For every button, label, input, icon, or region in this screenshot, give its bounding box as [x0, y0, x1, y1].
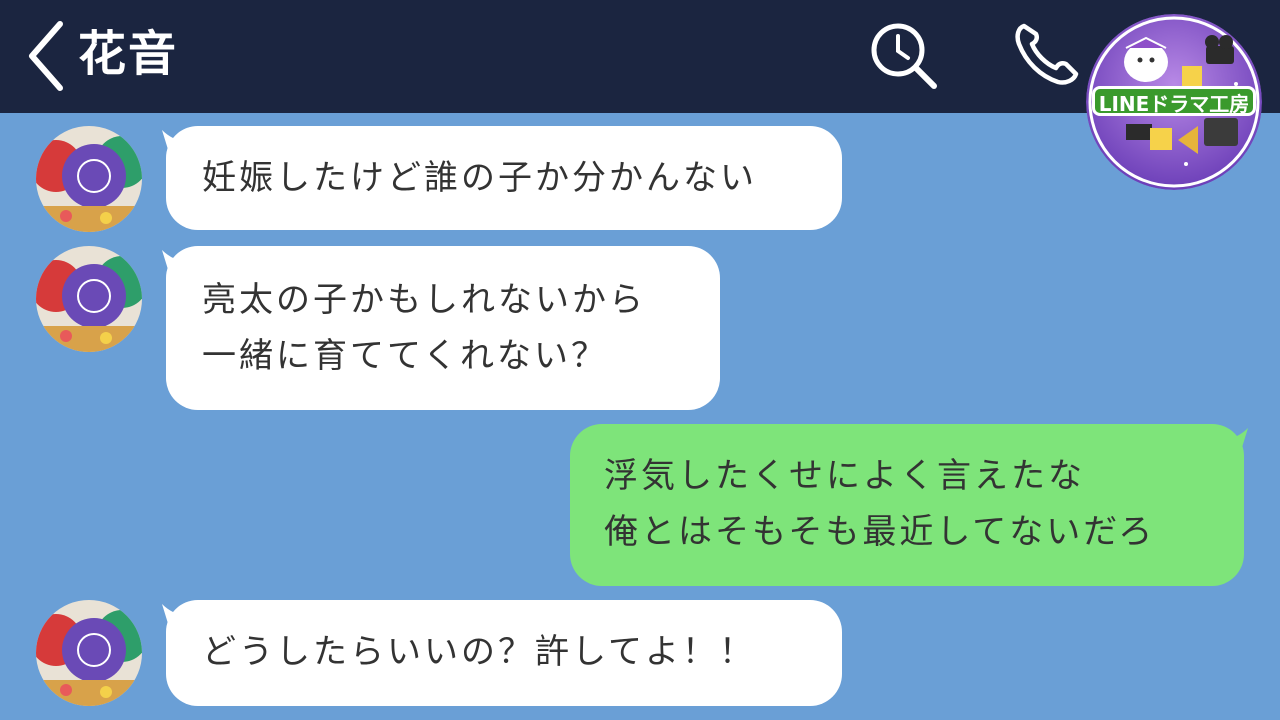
- avatar[interactable]: [36, 600, 142, 706]
- drama-studio-logo-text: LINEドラマ工房: [1092, 86, 1256, 116]
- message-bubble-incoming[interactable]: 妊娠したけど誰の子か分かんない: [166, 126, 842, 230]
- phone-icon[interactable]: [1010, 18, 1084, 88]
- avatar[interactable]: [36, 246, 142, 352]
- message-text: 亮太の子かもしれないから: [202, 280, 646, 320]
- message-text: 妊娠したけど誰の子か分かんない: [202, 158, 757, 198]
- message-text: 浮気したくせによく言えたな: [604, 456, 1085, 496]
- message-bubble-outgoing[interactable]: 浮気したくせによく言えたな 俺とはそもそも最近してないだろ: [570, 424, 1244, 586]
- chat-title: 花音: [78, 26, 179, 82]
- message-text: 俺とはそもそも最近してないだろ: [604, 512, 1156, 552]
- message-text: 一緒に育ててくれない？: [202, 336, 608, 376]
- avatar[interactable]: [36, 126, 142, 232]
- message-text: どうしたらいいの？許してよ！！: [202, 632, 756, 672]
- back-chevron-icon[interactable]: [22, 18, 72, 94]
- message-bubble-incoming[interactable]: 亮太の子かもしれないから 一緒に育ててくれない？: [166, 246, 720, 410]
- message-bubble-incoming[interactable]: どうしたらいいの？許してよ！！: [166, 600, 842, 706]
- search-icon[interactable]: [866, 20, 942, 90]
